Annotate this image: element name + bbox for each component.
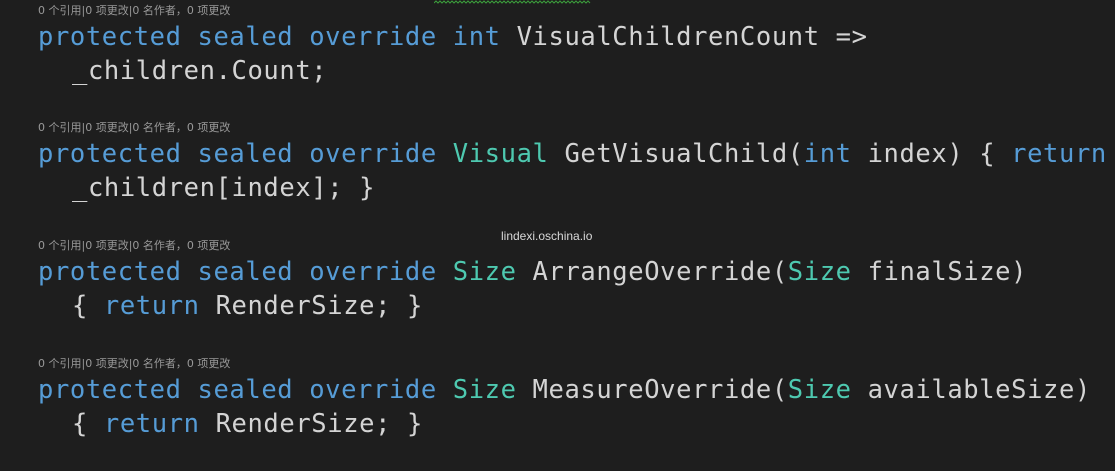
param-rest: index) { — [867, 139, 996, 169]
return-expression: RenderSize; } — [215, 291, 423, 321]
param-rest: availableSize) — [867, 375, 1091, 405]
keyword-return: return — [103, 409, 200, 439]
expression-body: _children.Count; — [72, 56, 328, 86]
param-rest: finalSize) — [867, 257, 1028, 287]
return-expression: RenderSize; } — [215, 409, 423, 439]
code-line-arrange-override[interactable]: protected sealed override Size ArrangeOv… — [38, 255, 1027, 289]
open-brace: { — [72, 291, 88, 321]
param-type-int: int — [803, 139, 852, 169]
keyword-override: override — [309, 257, 437, 287]
codelens-measure-override[interactable]: 0 个引用|0 项更改|0 名作者，0 项更改 — [38, 357, 230, 371]
warning-squiggle — [434, 0, 591, 4]
code-line-visual-children-count[interactable]: protected sealed override int VisualChil… — [38, 20, 868, 54]
code-line-get-visual-child-body[interactable]: _children[index]; } — [72, 171, 375, 205]
param-type-size: Size — [787, 375, 852, 405]
code-line-arrange-override-body[interactable]: { return RenderSize; } — [72, 289, 423, 323]
method-name: GetVisualChild( — [564, 139, 804, 169]
code-editor[interactable]: 0 个引用|0 项更改|0 名作者，0 项更改 protected sealed… — [0, 0, 1115, 471]
codelens-arrange-override[interactable]: 0 个引用|0 项更改|0 名作者，0 项更改 — [38, 239, 230, 253]
keyword-protected: protected — [38, 257, 182, 287]
type-visual: Visual — [452, 139, 549, 169]
type-size: Size — [452, 257, 517, 287]
keyword-return: return — [1011, 139, 1107, 169]
keyword-override: override — [309, 375, 437, 405]
open-brace: { — [72, 409, 88, 439]
keyword-override: override — [309, 22, 437, 52]
method-body: _children[index]; } — [72, 173, 376, 203]
keyword-sealed: sealed — [197, 375, 294, 405]
keyword-sealed: sealed — [197, 22, 294, 52]
keyword-override: override — [309, 139, 437, 169]
codelens-visual-children-count[interactable]: 0 个引用|0 项更改|0 名作者，0 项更改 — [38, 4, 230, 18]
code-line-measure-override-body[interactable]: { return RenderSize; } — [72, 407, 423, 441]
keyword-sealed: sealed — [197, 139, 294, 169]
code-line-visual-children-body[interactable]: _children.Count; — [72, 54, 327, 88]
keyword-protected: protected — [38, 139, 182, 169]
method-name: ArrangeOverride( — [532, 257, 788, 287]
param-type-size: Size — [787, 257, 852, 287]
keyword-protected: protected — [38, 22, 182, 52]
type-size: Size — [452, 375, 517, 405]
codelens-get-visual-child[interactable]: 0 个引用|0 项更改|0 名作者，0 项更改 — [38, 121, 230, 135]
member-signature: VisualChildrenCount => — [516, 22, 868, 52]
keyword-return: return — [103, 291, 200, 321]
method-name: MeasureOverride( — [532, 375, 788, 405]
type-int: int — [452, 22, 501, 52]
code-line-measure-override[interactable]: protected sealed override Size MeasureOv… — [38, 373, 1091, 407]
keyword-protected: protected — [38, 375, 182, 405]
code-line-get-visual-child[interactable]: protected sealed override Visual GetVisu… — [38, 137, 1107, 171]
watermark-text: lindexi.oschina.io — [501, 229, 593, 243]
keyword-sealed: sealed — [197, 257, 294, 287]
